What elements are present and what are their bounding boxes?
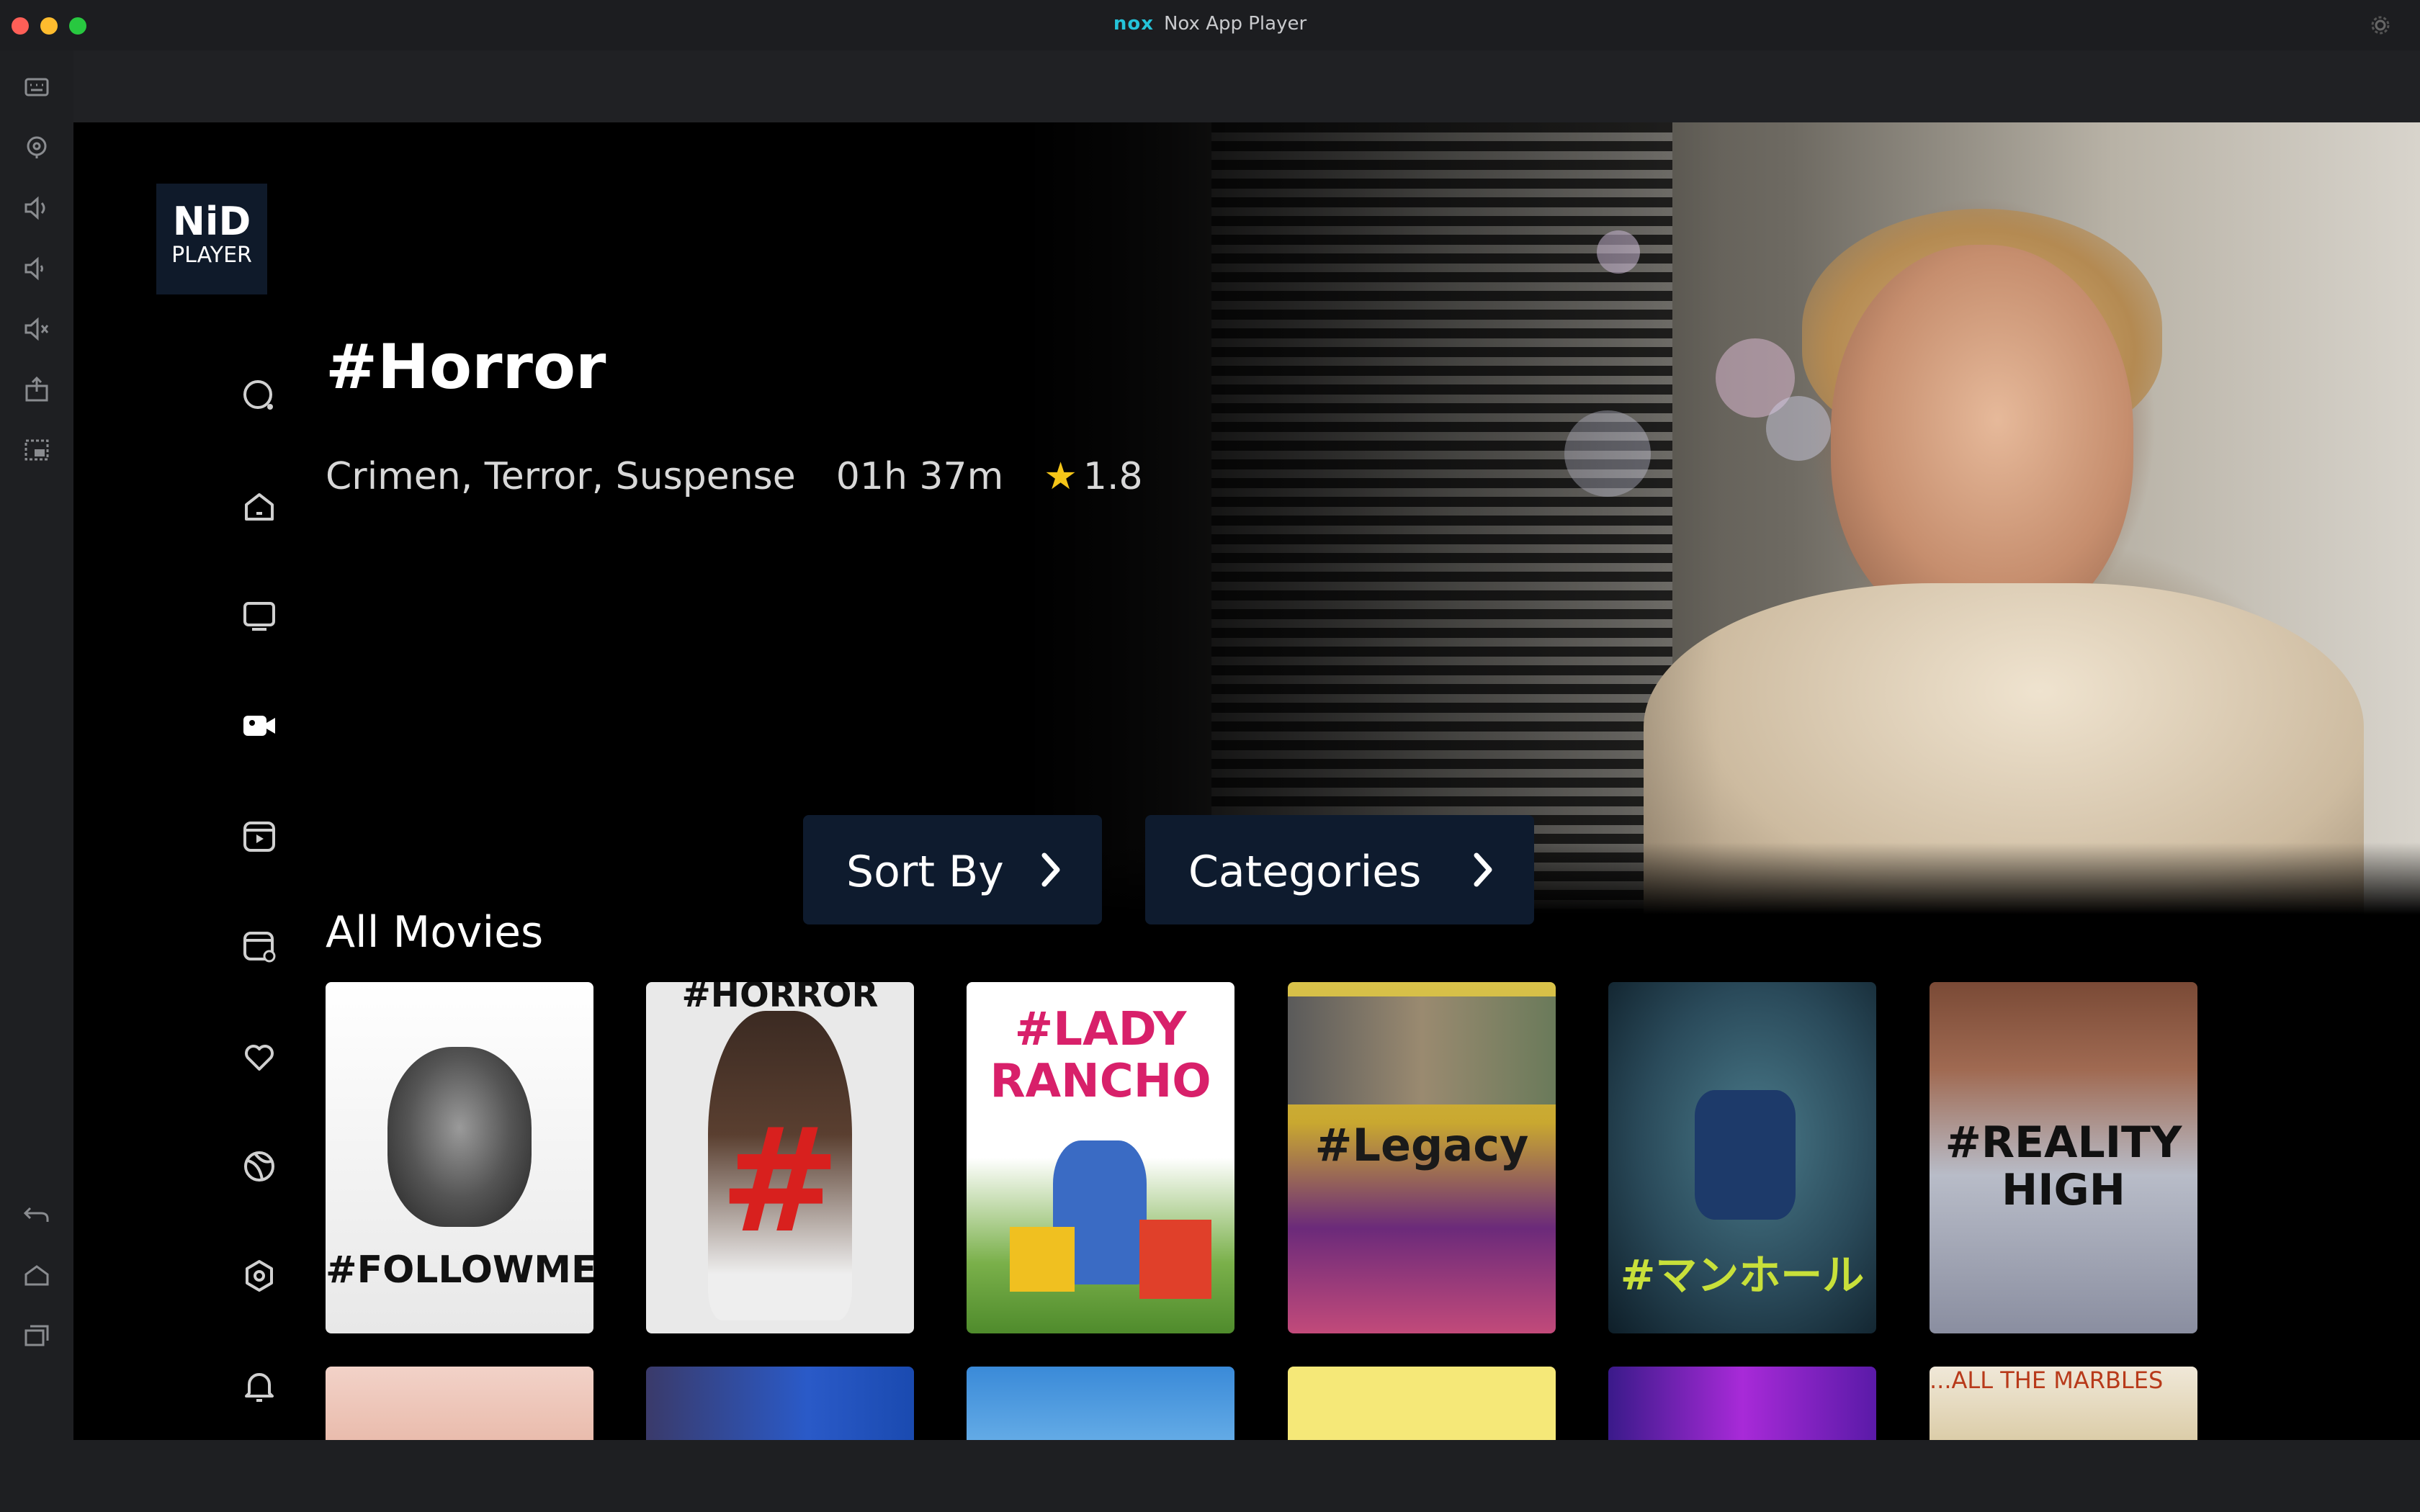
window-title-text: Nox App Player (1163, 13, 1307, 35)
favorites-heart-icon[interactable] (238, 1035, 281, 1078)
rating-star-icon: ★ (1044, 455, 1077, 498)
featured-meta: Crimen, Terror, Suspense 01h 37m ★ 1.8 (326, 455, 1143, 498)
nox-app-player-window: nox Nox App Player NiD PLAYER #Horror Cr… (0, 0, 2420, 1512)
movie-poster-row2-4[interactable] (1288, 1367, 1556, 1440)
categories-button[interactable]: Categories (1145, 815, 1534, 924)
catchup-icon[interactable] (238, 924, 281, 968)
location-icon[interactable] (22, 132, 52, 163)
hero-fade-left (1024, 122, 2420, 914)
poster-title: #REALITY HIGH (1945, 1117, 2182, 1215)
settings-icon[interactable] (238, 1254, 281, 1297)
title-bar: nox Nox App Player (0, 0, 2420, 50)
featured-genres: Crimen, Terror, Suspense (326, 455, 796, 498)
movie-poster-row2-1[interactable] (326, 1367, 593, 1440)
movie-poster-reality-high[interactable]: #REALITY HIGH (1930, 982, 2197, 1333)
movie-poster-manhole[interactable]: #マンホール (1608, 982, 1876, 1333)
movie-poster-row2-5[interactable] (1608, 1367, 1876, 1440)
poster-title: #マンホール (1620, 1251, 1865, 1300)
poster-bag-yellow (1010, 1227, 1075, 1292)
logo-line2: PLAYER (171, 243, 252, 268)
sports-ball-icon[interactable] (238, 1145, 281, 1188)
poster-title: #HORROR (681, 982, 879, 1015)
featured-duration: 01h 37m (835, 455, 1004, 498)
featured-title: #Horror (326, 331, 606, 403)
movie-poster-row2-2[interactable] (646, 1367, 914, 1440)
volume-up-icon[interactable] (22, 193, 52, 223)
mute-icon[interactable] (22, 314, 52, 344)
featured-hero-image (1024, 122, 2420, 914)
home-icon[interactable] (22, 1260, 52, 1290)
movie-poster-row2-6[interactable]: ...ALL THE MARBLES (1930, 1367, 2197, 1440)
section-title-all-movies: All Movies (326, 907, 544, 958)
sort-by-button[interactable]: Sort By (803, 815, 1102, 924)
featured-rating: 1.8 (1083, 455, 1143, 498)
movie-poster-followme[interactable]: #FOLLOWME (326, 982, 593, 1333)
bottom-strip (0, 1440, 2420, 1512)
notifications-bell-icon[interactable] (238, 1364, 281, 1408)
nid-player-app: NiD PLAYER #Horror Crimen, Terror, Suspe… (73, 122, 2420, 1440)
install-apk-icon[interactable] (22, 374, 52, 405)
poster-figure-art (1695, 1090, 1796, 1220)
movie-poster-lady-rancho[interactable]: #LADY RANCHO (967, 982, 1234, 1333)
nox-logo: nox (1113, 13, 1154, 35)
poster-skull-art (387, 1047, 532, 1227)
top-toolbar-strip (73, 50, 2420, 122)
hashtag-icon: # (720, 1097, 841, 1265)
poster-title: #Legacy (1314, 1119, 1529, 1171)
search-icon[interactable] (238, 374, 281, 418)
poster-cast-photo (1288, 996, 1556, 1104)
window-title: nox Nox App Player (0, 13, 2420, 35)
multi-instance-icon[interactable] (22, 435, 52, 465)
poster-title: #LADY RANCHO (990, 1003, 1211, 1108)
chevron-right-icon (1041, 852, 1060, 887)
sort-by-label: Sort By (846, 847, 1004, 897)
movie-poster-horror[interactable]: # #HORROR (646, 982, 914, 1333)
movie-poster-row2-3[interactable] (967, 1367, 1234, 1440)
back-icon[interactable] (22, 1200, 52, 1230)
movie-poster-legacy[interactable]: #Legacy (1288, 982, 1556, 1333)
series-icon[interactable] (238, 814, 281, 858)
settings-gear-icon[interactable] (2370, 14, 2391, 36)
nid-player-logo[interactable]: NiD PLAYER (156, 184, 267, 294)
chevron-right-icon (1474, 852, 1492, 887)
volume-down-icon[interactable] (22, 253, 52, 284)
categories-label: Categories (1188, 847, 1422, 897)
recent-apps-icon[interactable] (22, 1320, 52, 1351)
keyboard-icon[interactable] (22, 72, 52, 102)
poster-title: #FOLLOWME (326, 1248, 593, 1292)
logo-line1: NiD (172, 199, 251, 244)
nav-home-icon[interactable] (238, 485, 281, 528)
live-tv-icon[interactable] (238, 595, 281, 638)
poster-title: ...ALL THE MARBLES (1930, 1367, 2164, 1394)
poster-bag-red (1139, 1220, 1211, 1299)
movies-camera-icon[interactable] (238, 704, 281, 747)
